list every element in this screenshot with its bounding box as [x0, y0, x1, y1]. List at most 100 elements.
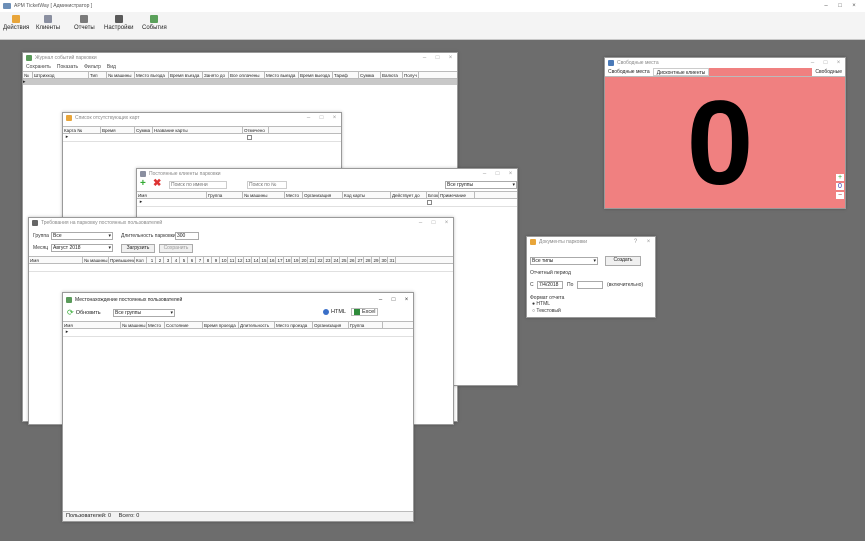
help-icon[interactable]: ?: [629, 239, 642, 245]
toolbar-settings-button[interactable]: Настройки: [104, 15, 133, 31]
column-header[interactable]: Время выезда: [299, 72, 333, 78]
day-column-header[interactable]: 7: [196, 257, 204, 263]
table-row[interactable]: ▸: [137, 199, 517, 207]
column-header[interactable]: Блок: [427, 192, 439, 198]
column-header[interactable]: Все оплачены: [229, 72, 265, 78]
toolbar-reports-button[interactable]: Отчеты: [74, 15, 95, 31]
toolbar-clients-button[interactable]: Клиенты: [36, 15, 60, 31]
day-column-header[interactable]: 5: [180, 257, 188, 263]
column-header[interactable]: Состояние: [165, 322, 203, 328]
day-column-header[interactable]: 30: [380, 257, 388, 263]
maximize-icon[interactable]: □: [427, 220, 440, 226]
column-header[interactable]: Место выезда: [265, 72, 299, 78]
day-column-header[interactable]: 8: [204, 257, 212, 263]
column-header[interactable]: Место въезда: [135, 72, 169, 78]
menu-item-save[interactable]: Сохранить: [26, 64, 51, 70]
group-select[interactable]: Все ▾: [51, 232, 113, 240]
create-button[interactable]: Создать: [605, 256, 641, 266]
maximize-icon[interactable]: □: [315, 115, 328, 121]
day-column-header[interactable]: 31: [388, 257, 396, 263]
column-header[interactable]: Кол: [135, 257, 147, 263]
close-icon[interactable]: ×: [847, 3, 861, 9]
close-icon[interactable]: ×: [832, 60, 845, 66]
day-column-header[interactable]: 21: [308, 257, 316, 263]
column-header[interactable]: Превышение: [109, 257, 135, 263]
day-column-header[interactable]: 14: [252, 257, 260, 263]
column-header[interactable]: Штрихкод: [33, 72, 89, 78]
table-row[interactable]: ▸: [63, 134, 341, 142]
column-header[interactable]: № машины: [243, 192, 285, 198]
table-row[interactable]: [29, 264, 453, 272]
day-column-header[interactable]: 13: [244, 257, 252, 263]
tab-free-places[interactable]: Свободные места: [605, 68, 653, 76]
minimize-icon[interactable]: –: [418, 55, 431, 61]
delete-icon[interactable]: ✖: [153, 179, 161, 189]
column-header[interactable]: Место: [285, 192, 303, 198]
column-header[interactable]: Группа: [349, 322, 383, 328]
minimize-icon[interactable]: –: [414, 220, 427, 226]
close-icon[interactable]: ×: [440, 220, 453, 226]
column-header[interactable]: Имя: [29, 257, 83, 263]
maximize-icon[interactable]: □: [387, 297, 400, 303]
group-select[interactable]: Все группы ▾: [113, 309, 175, 317]
day-column-header[interactable]: 6: [188, 257, 196, 263]
column-header[interactable]: Тариф: [333, 72, 359, 78]
refresh-button[interactable]: ⟳ Обновить: [67, 308, 101, 317]
column-header[interactable]: Получ: [403, 72, 419, 78]
menu-item-view[interactable]: Вид: [107, 64, 116, 70]
close-icon[interactable]: ×: [328, 115, 341, 121]
column-header[interactable]: Сумма: [135, 127, 153, 133]
day-column-header[interactable]: 16: [268, 257, 276, 263]
format-html-radio[interactable]: ● HTML: [532, 301, 550, 307]
table-row[interactable]: ▸: [63, 329, 413, 337]
column-header[interactable]: Время: [101, 127, 135, 133]
day-column-header[interactable]: 11: [228, 257, 236, 263]
column-header[interactable]: Организация: [313, 322, 349, 328]
minus-icon[interactable]: −: [836, 192, 844, 199]
day-column-header[interactable]: 24: [332, 257, 340, 263]
close-icon[interactable]: ×: [642, 239, 655, 245]
load-button[interactable]: Загрузить: [121, 244, 155, 253]
checkbox[interactable]: [247, 135, 252, 140]
column-header[interactable]: Занято до: [203, 72, 229, 78]
column-header[interactable]: Время проезда: [203, 322, 239, 328]
column-header[interactable]: Группа: [207, 192, 243, 198]
save-button[interactable]: Сохранить: [159, 244, 193, 253]
column-header[interactable]: № машины: [121, 322, 147, 328]
column-header[interactable]: Место: [147, 322, 165, 328]
day-column-header[interactable]: 17: [276, 257, 284, 263]
search-name-input[interactable]: [169, 181, 227, 189]
column-header[interactable]: Имя: [137, 192, 207, 198]
minimize-icon[interactable]: –: [806, 60, 819, 66]
column-header[interactable]: Тип: [89, 72, 107, 78]
excel-button[interactable]: Excel: [351, 308, 379, 316]
minimize-icon[interactable]: –: [478, 171, 491, 177]
day-column-header[interactable]: 27: [356, 257, 364, 263]
format-text-radio[interactable]: ○ Текстовый: [532, 308, 561, 314]
reset-icon[interactable]: 0: [836, 183, 844, 190]
column-header[interactable]: Карта №: [63, 127, 101, 133]
column-header[interactable]: Сумма: [359, 72, 381, 78]
menu-item-filter[interactable]: Фильтр: [84, 64, 101, 70]
column-header[interactable]: Длительность: [239, 322, 275, 328]
search-number-input[interactable]: [247, 181, 287, 189]
to-date-input[interactable]: [577, 281, 603, 289]
column-header[interactable]: №: [23, 72, 33, 78]
column-header[interactable]: Организация: [303, 192, 343, 198]
day-column-header[interactable]: 28: [364, 257, 372, 263]
day-column-header[interactable]: 1: [148, 257, 156, 263]
minimize-icon[interactable]: –: [374, 297, 387, 303]
maximize-icon[interactable]: □: [819, 60, 832, 66]
column-header[interactable]: Название карты: [153, 127, 243, 133]
day-column-header[interactable]: 3: [164, 257, 172, 263]
plus-icon[interactable]: +: [836, 174, 844, 181]
day-column-header[interactable]: 2: [156, 257, 164, 263]
html-button[interactable]: HTML: [323, 309, 346, 315]
column-header[interactable]: Примечание: [439, 192, 475, 198]
add-icon[interactable]: +: [140, 179, 146, 189]
day-column-header[interactable]: 10: [220, 257, 228, 263]
column-header[interactable]: Код карты: [343, 192, 391, 198]
close-icon[interactable]: ×: [504, 171, 517, 177]
toolbar-events-button[interactable]: События: [142, 15, 167, 31]
day-column-header[interactable]: 4: [172, 257, 180, 263]
